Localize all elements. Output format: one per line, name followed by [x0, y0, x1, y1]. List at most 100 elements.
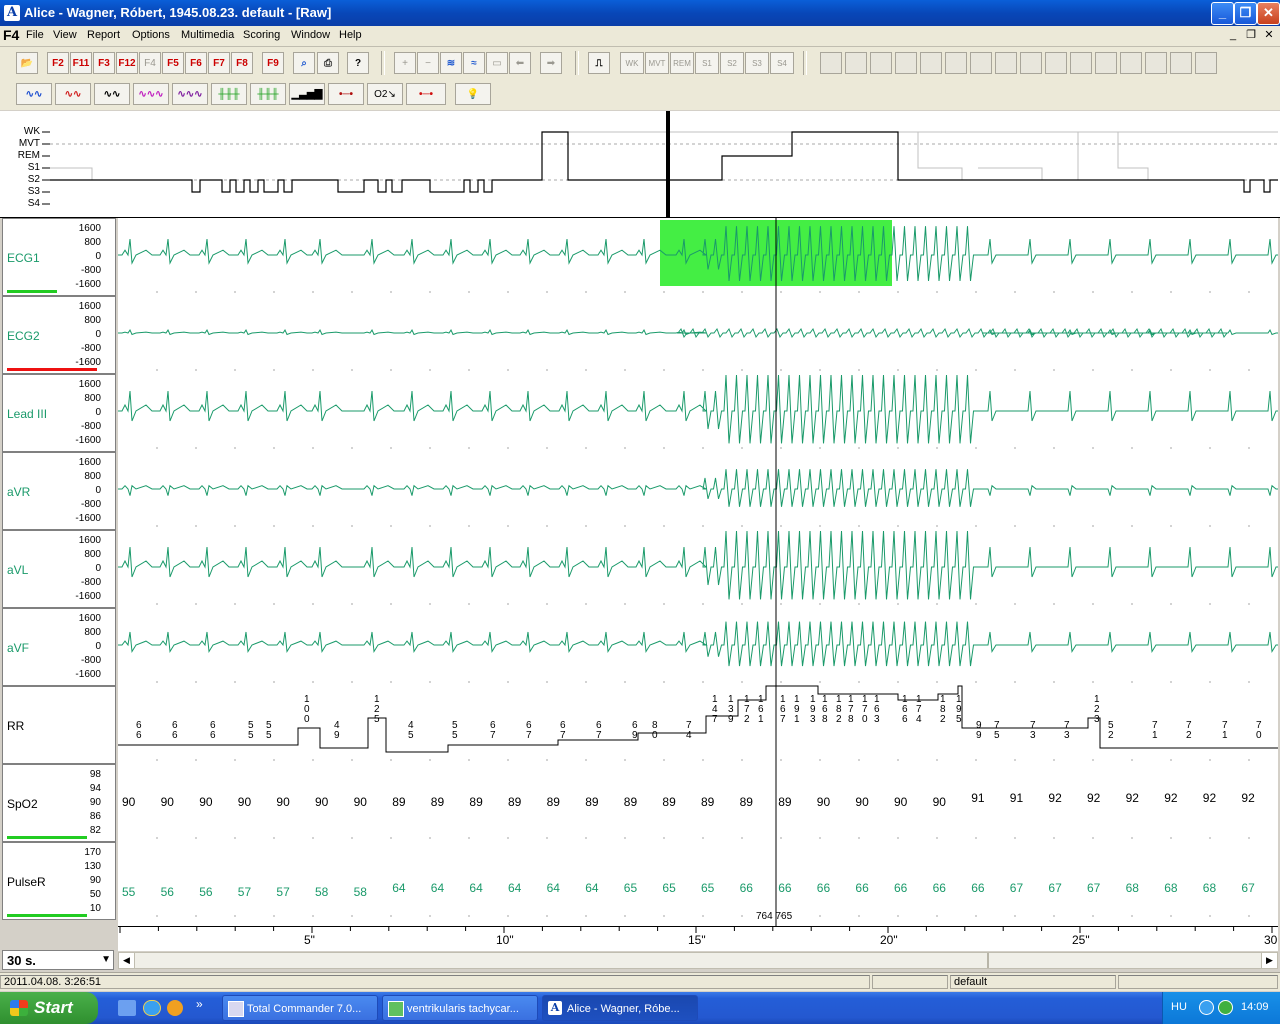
find-icon[interactable]: ⌕: [293, 52, 315, 74]
disabled-tool-icon[interactable]: [970, 52, 992, 74]
minimize-button[interactable]: _: [1211, 2, 1234, 25]
signal-traces[interactable]: 6666665555100491254555676767676980741471…: [118, 218, 1278, 926]
back-arrow-icon[interactable]: ⬅: [509, 52, 531, 74]
rr-events-icon[interactable]: •─•: [406, 83, 446, 105]
mdi-minimize-button[interactable]: _: [1225, 28, 1241, 42]
zoom-select[interactable]: 30 s. ▼: [2, 950, 114, 970]
quicklaunch-chevron-icon[interactable]: »: [196, 997, 203, 1011]
task-alice[interactable]: A Alice - Wagner, Róbe...: [542, 995, 698, 1021]
fkey-f11-button[interactable]: F11: [70, 52, 92, 74]
clock[interactable]: 14:09: [1241, 1001, 1269, 1013]
disabled-tool-icon[interactable]: [1195, 52, 1217, 74]
spectrum-icon[interactable]: ▁▃▅▇: [289, 83, 325, 105]
open-folder-icon[interactable]: 📂: [16, 52, 38, 74]
channel-label-avl[interactable]: aVL 1600 800 0 -800 -1600: [2, 530, 116, 608]
menu-help[interactable]: Help: [339, 29, 362, 41]
app-icon[interactable]: A: [4, 5, 20, 21]
disabled-tool-icon[interactable]: [1145, 52, 1167, 74]
channel-label-lead-iii[interactable]: Lead III 1600 800 0 -800 -1600: [2, 374, 116, 452]
channel-label-spo2[interactable]: SpO2 98 94 90 86 82: [2, 764, 116, 842]
media-icon[interactable]: [167, 1000, 183, 1016]
fkey-f7-button[interactable]: F7: [208, 52, 230, 74]
wave-red-icon[interactable]: ∿∿: [55, 83, 91, 105]
tray-back-icon[interactable]: [1199, 1000, 1214, 1015]
channel-label-pulser[interactable]: PulseR 170 130 90 50 10: [2, 842, 116, 920]
scroll-thumb[interactable]: [987, 953, 989, 968]
dropdown-arrow-icon[interactable]: ▼: [101, 954, 111, 965]
disabled-tool-icon[interactable]: [945, 52, 967, 74]
disabled-tool-icon[interactable]: [1070, 52, 1092, 74]
menu-window[interactable]: Window: [291, 29, 330, 41]
internet-explorer-icon[interactable]: [143, 1000, 161, 1016]
fkey-f8-button[interactable]: F8: [231, 52, 253, 74]
score-s1-button[interactable]: S1: [695, 52, 719, 74]
disabled-tool-icon[interactable]: [1020, 52, 1042, 74]
zoom-in-icon[interactable]: +: [394, 52, 416, 74]
disabled-tool-icon[interactable]: [895, 52, 917, 74]
channel-label-ecg2[interactable]: ECG2 1600 800 0 -800 -1600: [2, 296, 116, 374]
title-bar[interactable]: A Alice - Wagner, Róbert, 1945.08.23. de…: [0, 0, 1280, 26]
channel-label-avr[interactable]: aVR 1600 800 0 -800 -1600: [2, 452, 116, 530]
wave-blue-icon[interactable]: ∿∿: [16, 83, 52, 105]
score-s4-button[interactable]: S4: [770, 52, 794, 74]
wave-black-icon[interactable]: ∿∿: [94, 83, 130, 105]
disabled-tool-icon[interactable]: [995, 52, 1017, 74]
fkey-f5-button[interactable]: F5: [162, 52, 184, 74]
start-button[interactable]: Start: [0, 992, 98, 1024]
score-wk-button[interactable]: WK: [620, 52, 644, 74]
disabled-tool-icon[interactable]: [920, 52, 942, 74]
fkey-f6-button[interactable]: F6: [185, 52, 207, 74]
task-image-viewer[interactable]: ventrikularis tachycar...: [382, 995, 538, 1021]
o2-desat-icon[interactable]: O2↘: [367, 83, 403, 105]
zoom-out-icon[interactable]: −: [417, 52, 439, 74]
horizontal-scrollbar[interactable]: ◀ ▶: [118, 952, 1278, 969]
score-s2-button[interactable]: S2: [720, 52, 744, 74]
events-icon[interactable]: •─•: [328, 83, 364, 105]
forward-arrow-icon[interactable]: ➡: [540, 52, 562, 74]
disabled-tool-icon[interactable]: [870, 52, 892, 74]
hypnogram-panel[interactable]: WK MVT REM S1 S2 S3 S4: [0, 111, 1280, 218]
wave-purple-icon[interactable]: ∿∿∿: [172, 83, 208, 105]
print-icon[interactable]: ⎙: [317, 52, 339, 74]
score-s3-button[interactable]: S3: [745, 52, 769, 74]
scroll-left-arrow-icon[interactable]: ◀: [119, 953, 135, 968]
ecg-green-icon[interactable]: ╫╫╫: [211, 83, 247, 105]
amplitude-down-icon[interactable]: ≈: [463, 52, 485, 74]
pulse-icon[interactable]: ⎍: [588, 52, 610, 74]
help-icon[interactable]: ?: [347, 52, 369, 74]
channel-label-ecg1[interactable]: ECG1 1600 800 0 -800 -1600: [2, 218, 116, 296]
hypnogram-graph[interactable]: [0, 111, 1280, 217]
task-total-commander[interactable]: Total Commander 7.0...: [222, 995, 378, 1021]
wave-magenta-icon[interactable]: ∿∿∿: [133, 83, 169, 105]
menu-multimedia[interactable]: Multimedia: [181, 29, 234, 41]
disabled-tool-icon[interactable]: [1120, 52, 1142, 74]
fkey-f2-button[interactable]: F2: [47, 52, 69, 74]
menu-file[interactable]: File: [26, 29, 44, 41]
tray-security-icon[interactable]: [1218, 1000, 1233, 1015]
disabled-tool-icon[interactable]: [1170, 52, 1192, 74]
lightbulb-icon[interactable]: 💡: [455, 83, 491, 105]
window-icon[interactable]: ▭: [486, 52, 508, 74]
channel-label-avf[interactable]: aVF 1600 800 0 -800 -1600: [2, 608, 116, 686]
disabled-tool-icon[interactable]: [1045, 52, 1067, 74]
fkey-f3-button[interactable]: F3: [93, 52, 115, 74]
amplitude-up-icon[interactable]: ≋: [440, 52, 462, 74]
menu-scoring[interactable]: Scoring: [243, 29, 280, 41]
disabled-tool-icon[interactable]: [1095, 52, 1117, 74]
score-mvt-button[interactable]: MVT: [645, 52, 669, 74]
show-desktop-icon[interactable]: [118, 1000, 136, 1016]
language-indicator[interactable]: HU: [1171, 1001, 1187, 1013]
menu-options[interactable]: Options: [132, 29, 170, 41]
menu-view[interactable]: View: [53, 29, 77, 41]
disabled-tool-icon[interactable]: [845, 52, 867, 74]
fkey-f4-button[interactable]: F4: [139, 52, 161, 74]
mdi-close-button[interactable]: ✕: [1261, 28, 1277, 42]
channel-label-rr[interactable]: RR: [2, 686, 116, 764]
fkey-f9-button[interactable]: F9: [262, 52, 284, 74]
mdi-restore-button[interactable]: ❐: [1243, 28, 1259, 42]
scroll-right-arrow-icon[interactable]: ▶: [1261, 953, 1277, 968]
ecg-green2-icon[interactable]: ╫╫╫: [250, 83, 286, 105]
menu-report[interactable]: Report: [87, 29, 120, 41]
score-rem-button[interactable]: REM: [670, 52, 694, 74]
maximize-button[interactable]: ❐: [1234, 2, 1257, 25]
